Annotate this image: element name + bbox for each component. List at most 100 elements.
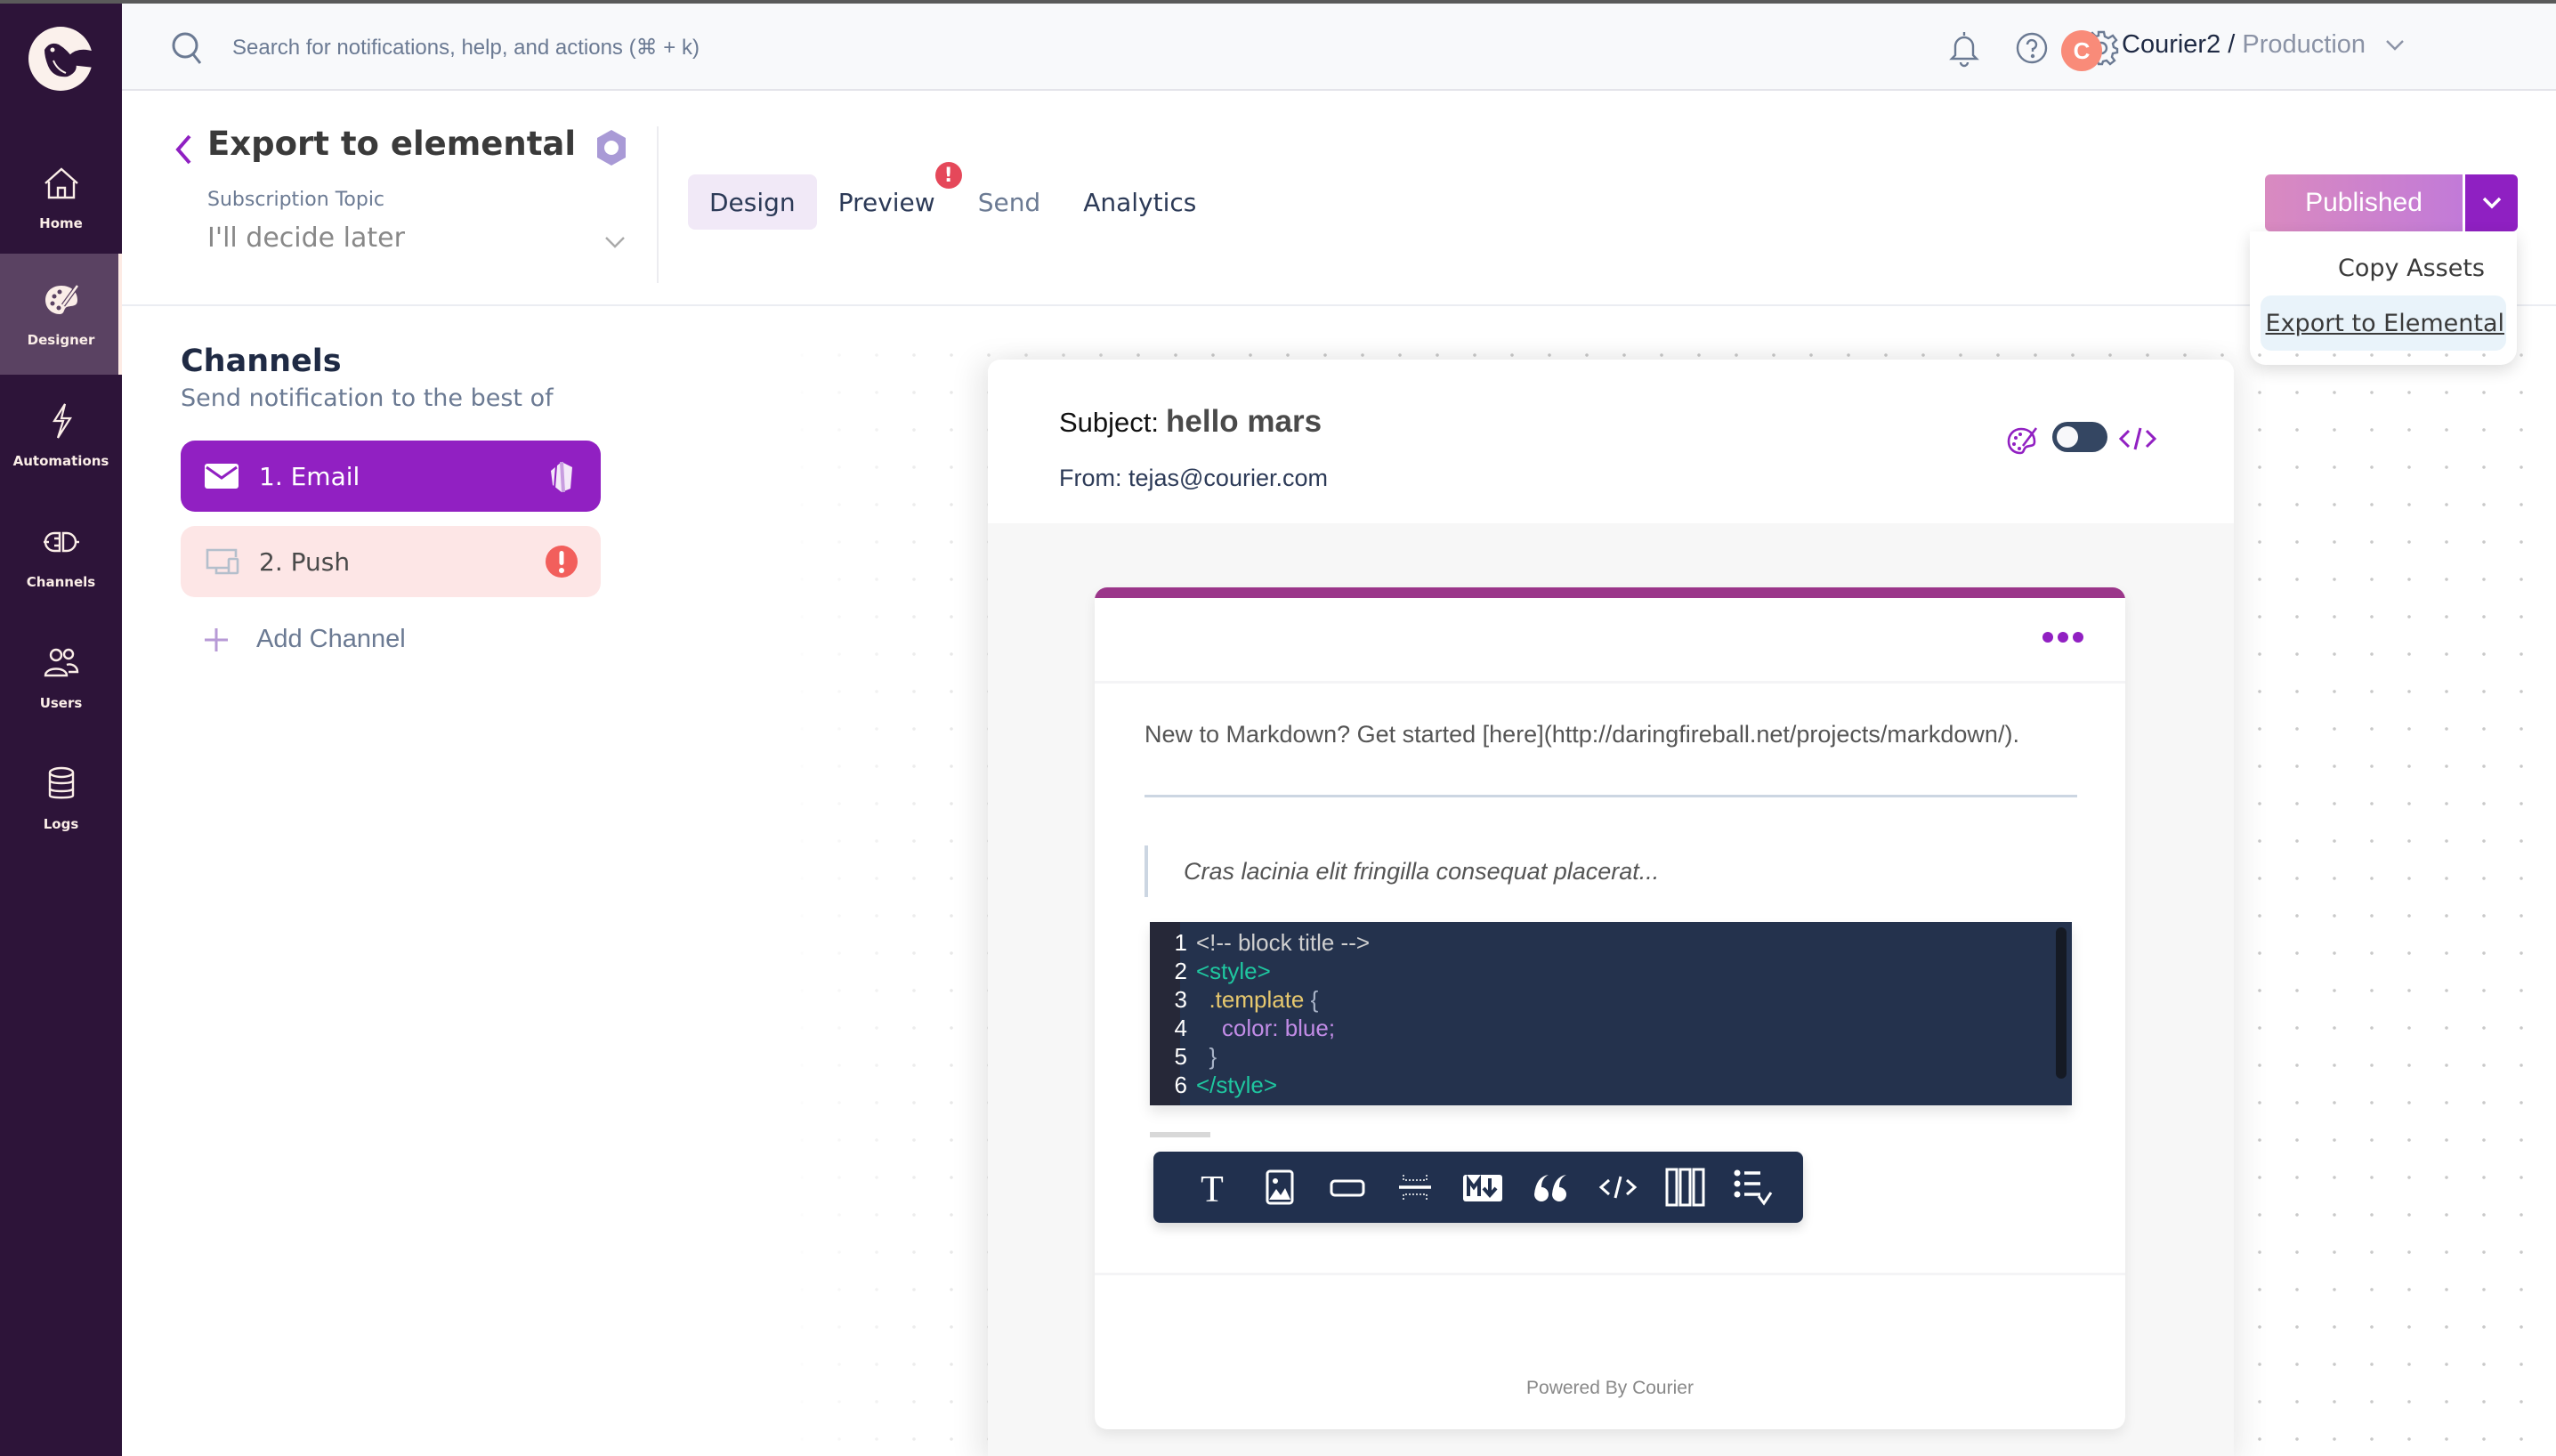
workspace-separator: / — [2220, 30, 2243, 59]
divider-block[interactable] — [1145, 795, 2077, 797]
channel-item-push[interactable]: 2. Push — [181, 526, 601, 597]
code-token: color: blue; — [1196, 1015, 1336, 1041]
nav-item-channels[interactable]: Channels — [0, 496, 122, 617]
markdown-icon — [1463, 1175, 1502, 1201]
code-icon[interactable] — [2118, 425, 2157, 452]
nav-label: Channels — [26, 574, 96, 590]
search-icon — [172, 32, 202, 64]
add-button-block-button[interactable] — [1314, 1161, 1381, 1214]
bell-icon[interactable] — [1945, 28, 1984, 68]
subject-value: hello mars — [1166, 404, 1322, 439]
nav-label: Automations — [12, 453, 109, 469]
block-drag-handle[interactable] — [1150, 1132, 1210, 1137]
help-icon[interactable] — [2012, 28, 2051, 68]
quote-icon — [1534, 1175, 1566, 1201]
add-text-block-button[interactable]: T — [1178, 1161, 1246, 1214]
code-line-number: 6 — [1174, 1072, 1187, 1098]
tab-label: Send — [977, 187, 1041, 217]
nav-item-users[interactable]: Users — [0, 617, 122, 738]
code-line: 6 </style> — [1150, 1072, 1278, 1100]
more-options-icon[interactable] — [2042, 630, 2084, 644]
tab-design[interactable]: Design — [688, 174, 817, 230]
code-token: </style> — [1196, 1072, 1278, 1098]
email-from[interactable]: From: tejas@courier.com — [1059, 465, 1328, 492]
channels-title: Channels — [181, 344, 342, 379]
plus-icon — [205, 627, 228, 651]
tab-label: Design — [709, 187, 796, 217]
palette-icon[interactable] — [2006, 425, 2038, 457]
add-channel-button[interactable]: Add Channel — [203, 625, 406, 654]
workspace-env: Production — [2242, 30, 2366, 59]
error-icon — [546, 546, 578, 578]
subscription-topic-select[interactable]: I'll decide later — [207, 222, 626, 267]
courier-logo-icon[interactable] — [27, 25, 94, 93]
code-token: .template — [1196, 986, 1311, 1013]
left-nav: Home Designer Automations Channels Users… — [0, 0, 122, 1456]
global-search-input[interactable] — [232, 27, 944, 69]
back-chevron-icon[interactable] — [174, 133, 193, 166]
code-line: 2 <style> — [1150, 958, 1271, 986]
email-editor-canvas: Subject: hello mars From: tejas@courier.c… — [988, 360, 2234, 1456]
block-toolbar: T — [1153, 1152, 1803, 1223]
nav-label: Users — [39, 695, 83, 711]
add-image-block-button[interactable] — [1246, 1161, 1314, 1214]
lightning-icon — [52, 403, 72, 439]
subscription-topic-label: Subscription Topic — [207, 189, 385, 211]
template-title[interactable]: Export to elemental — [207, 125, 576, 163]
divider-icon — [1399, 1175, 1431, 1200]
envelope-icon — [205, 464, 239, 489]
brand-color-bar — [1095, 587, 2125, 598]
add-list-block-button[interactable] — [1719, 1161, 1787, 1214]
code-line-number: 3 — [1174, 986, 1187, 1013]
nav-item-home[interactable]: Home — [0, 137, 122, 258]
markdown-text-block[interactable]: New to Markdown? Get started [here](http… — [1145, 721, 2019, 748]
top-bar: C Courier2 / Production — [122, 0, 2556, 91]
chevron-down-icon — [2386, 40, 2404, 52]
add-html-block-button[interactable] — [1584, 1161, 1652, 1214]
button-icon — [1330, 1179, 1365, 1197]
add-columns-block-button[interactable] — [1652, 1161, 1719, 1214]
code-line-number: 5 — [1174, 1043, 1187, 1070]
add-markdown-block-button[interactable] — [1449, 1161, 1517, 1214]
publish-menu-toggle[interactable] — [2463, 174, 2518, 231]
columns-icon — [1665, 1168, 1705, 1207]
code-block[interactable]: 1 <!-- block title --> 2 <style> 3 .template… — [1150, 922, 2072, 1105]
code-scrollbar[interactable] — [2056, 927, 2067, 1079]
add-quote-block-button[interactable] — [1517, 1161, 1584, 1214]
subject-label: Subject: — [1059, 407, 1160, 438]
channel-item-email[interactable]: 1. Email — [181, 441, 601, 512]
workspace-org: Courier2 — [2122, 30, 2221, 59]
code-line-number: 1 — [1174, 929, 1187, 956]
menu-item-copy-assets[interactable]: Copy Assets — [2261, 240, 2506, 295]
tab-analytics[interactable]: Analytics — [1062, 174, 1217, 230]
tab-preview[interactable]: Preview! — [817, 162, 962, 230]
tab-send[interactable]: Send — [957, 174, 1063, 230]
code-line: 1 <!-- block title --> — [1150, 929, 1371, 958]
add-channel-label: Add Channel — [256, 625, 406, 653]
quote-block[interactable]: Cras lacinia elit fringilla consequat pl… — [1145, 845, 1659, 897]
image-icon — [1266, 1169, 1294, 1205]
code-mode-toggle[interactable] — [2052, 422, 2107, 452]
template-settings-icon[interactable] — [594, 128, 629, 167]
add-divider-block-button[interactable] — [1381, 1161, 1449, 1214]
email-subject[interactable]: Subject: hello mars — [1059, 404, 1322, 440]
channels-subtitle: Send notification to the best of — [181, 384, 554, 412]
provider-logo-icon — [551, 461, 572, 493]
tab-label: Analytics — [1083, 187, 1197, 217]
chevron-down-icon — [605, 237, 625, 248]
home-icon — [44, 167, 78, 199]
published-button[interactable]: Published — [2265, 174, 2463, 231]
subscription-topic-value: I'll decide later — [207, 222, 405, 254]
svg-text:T: T — [1201, 1169, 1224, 1209]
nav-item-automations[interactable]: Automations — [0, 375, 122, 496]
nav-label: Home — [39, 215, 83, 231]
code-line: 3 .template { — [1150, 986, 1319, 1015]
email-body-card: New to Markdown? Get started [here](http… — [1095, 587, 2125, 1429]
header-divider — [657, 126, 659, 283]
nav-label: Designer — [27, 332, 95, 348]
workspace-switcher[interactable]: Courier2 / Production — [2122, 30, 2405, 60]
code-icon — [1598, 1176, 1638, 1199]
workspace-avatar[interactable]: C — [2061, 30, 2102, 71]
nav-item-logs[interactable]: Logs — [0, 738, 122, 859]
nav-item-designer[interactable]: Designer — [0, 254, 122, 375]
